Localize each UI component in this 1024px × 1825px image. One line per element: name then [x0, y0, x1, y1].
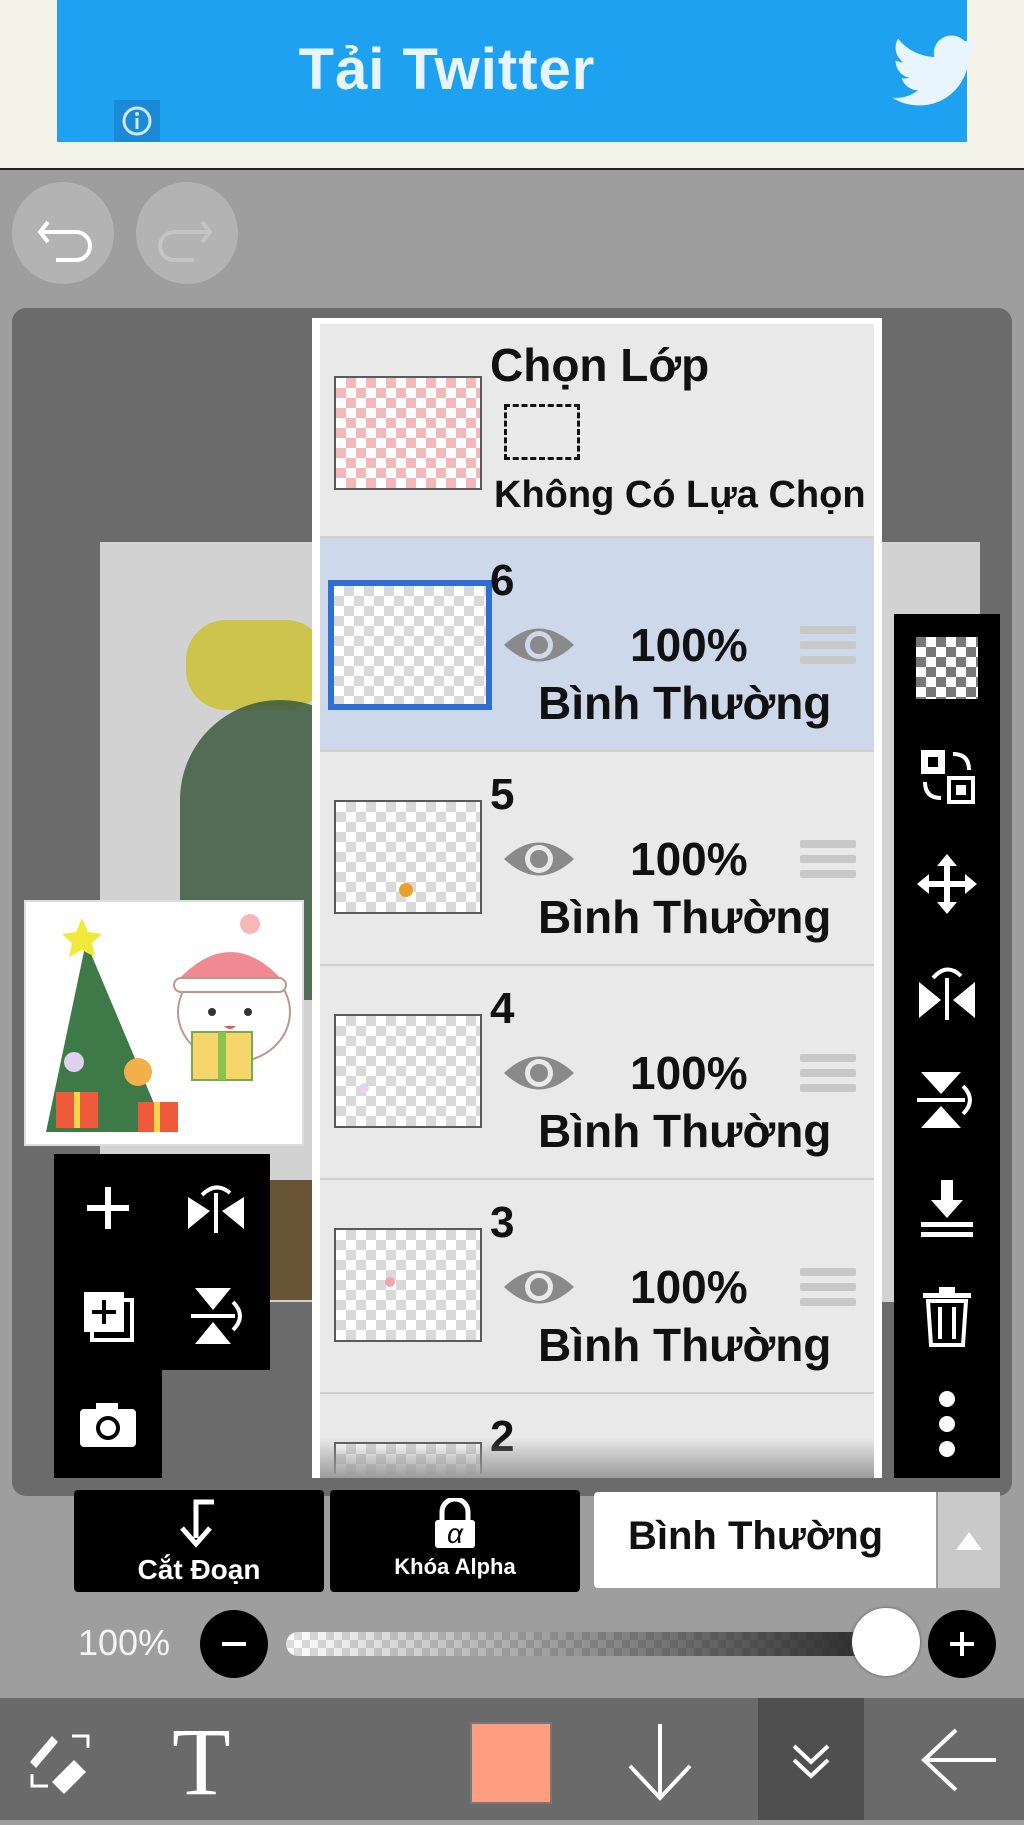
flip-vertical-button[interactable]	[894, 1046, 1000, 1154]
layer-row-6[interactable]: 6 100% Bình Thường	[320, 538, 874, 752]
layer-row-5[interactable]: 5 100% Bình Thường	[320, 752, 874, 966]
color-swatch[interactable]	[470, 1722, 552, 1804]
layer-blend-mode: Bình Thường	[538, 677, 832, 729]
drag-handle-icon[interactable]	[800, 1268, 856, 1312]
ad-banner[interactable]: Tải Twitter	[57, 0, 978, 142]
alpha-lock-button[interactable]: α Khóa Alpha	[330, 1490, 580, 1592]
layer-row-3[interactable]: 3 100% Bình Thường	[320, 1180, 874, 1394]
layer-number: 3	[490, 1198, 515, 1247]
clip-label: Cắt Đoạn	[137, 1554, 261, 1585]
drag-handle-icon[interactable]	[800, 840, 856, 884]
selection-layer-thumbnail	[334, 376, 482, 490]
blend-mode-select[interactable]: Bình Thường	[594, 1492, 1000, 1588]
right-toolbar	[894, 614, 1000, 1478]
add-layer-button[interactable]	[54, 1154, 162, 1262]
redo-button[interactable]	[136, 182, 238, 284]
more-options-button[interactable]	[894, 1370, 1000, 1478]
duplicate-layer-button[interactable]	[54, 1262, 162, 1370]
layer-thumbnail	[334, 1014, 482, 1128]
brush-eraser-swap-icon[interactable]	[22, 1726, 102, 1796]
add-layer-icon	[87, 1187, 129, 1229]
selection-marquee-icon	[504, 404, 580, 460]
delete-layer-button[interactable]	[894, 1262, 1000, 1370]
selection-status: Không Có Lựa Chọn	[494, 474, 866, 516]
panel-scroll-fade	[320, 1438, 874, 1478]
lock-icon: α	[432, 1496, 478, 1550]
flip-layer-vertical-icon	[191, 1288, 242, 1344]
flip-layer-vertical-button[interactable]	[162, 1262, 270, 1370]
undo-icon	[37, 220, 92, 262]
layer-thumbnail	[328, 580, 492, 710]
flip-layer-icon	[188, 1185, 244, 1233]
opacity-increase-button[interactable]	[928, 1610, 996, 1678]
eye-icon[interactable]	[502, 1048, 576, 1098]
clip-button[interactable]: Cắt Đoạn	[74, 1490, 324, 1592]
layer-blend-mode: Bình Thường	[538, 891, 832, 943]
camera-button[interactable]	[54, 1370, 162, 1478]
opacity-label: 100%	[78, 1622, 171, 1663]
blend-mode-value: Bình Thường	[628, 1514, 884, 1558]
duplicate-layer-icon	[84, 1292, 134, 1342]
alpha-lock-label: Khóa Alpha	[394, 1554, 516, 1579]
transparent-checker-icon	[916, 637, 978, 699]
ad-text: Tải Twitter	[298, 37, 596, 102]
layer-list[interactable]: Chọn Lớp Không Có Lựa Chọn 6 100% Bình T…	[320, 324, 874, 1474]
selection-layer-title: Chọn Lớp	[490, 339, 710, 391]
double-chevron-down-icon	[792, 1744, 830, 1779]
flip-horizontal-icon	[919, 967, 975, 1020]
double-chevron-down-button[interactable]	[758, 1698, 864, 1820]
layer-opacity: 100%	[630, 619, 748, 671]
eye-icon[interactable]	[502, 834, 576, 884]
layer-blend-mode: Bình Thường	[538, 1319, 832, 1371]
eye-icon[interactable]	[502, 620, 576, 670]
selection-layer-row[interactable]: Chọn Lớp Không Có Lựa Chọn	[320, 324, 874, 538]
drag-handle-icon[interactable]	[800, 1054, 856, 1098]
opacity-decrease-button[interactable]	[200, 1610, 268, 1678]
layer-opacity: 100%	[630, 1047, 748, 1099]
canvas-preview[interactable]	[24, 900, 304, 1146]
arrow-down-icon[interactable]	[624, 1722, 696, 1802]
layer-tool-pad	[54, 1154, 270, 1370]
undo-button[interactable]	[12, 182, 114, 284]
twitter-bird-icon	[892, 35, 978, 106]
opacity-slider[interactable]	[286, 1632, 896, 1656]
text-tool-icon[interactable]: T	[172, 1706, 231, 1817]
layer-panel: Chọn Lớp Không Có Lựa Chọn 6 100% Bình T…	[312, 318, 882, 1478]
layer-opacity: 100%	[630, 1261, 748, 1313]
move-button[interactable]	[894, 830, 1000, 938]
layer-number: 5	[490, 770, 515, 819]
flip-vertical-icon	[917, 1072, 972, 1128]
merge-down-button[interactable]	[894, 1154, 1000, 1262]
bottom-nav: T	[0, 1698, 1024, 1820]
chevron-up-icon[interactable]	[936, 1492, 1000, 1588]
minus-icon	[222, 1642, 246, 1646]
transparent-button[interactable]	[894, 614, 1000, 722]
opacity-slider-handle[interactable]	[852, 1608, 920, 1676]
layer-row-4[interactable]: 4 100% Bình Thường	[320, 966, 874, 1180]
layer-number: 6	[490, 556, 515, 605]
layer-thumbnail	[334, 1228, 482, 1342]
layer-number: 4	[490, 984, 515, 1033]
flip-layer-button[interactable]	[162, 1154, 270, 1262]
layer-thumbnail	[334, 800, 482, 914]
move-icon	[917, 854, 977, 914]
more-vertical-icon	[939, 1391, 955, 1457]
layer-blend-mode: Bình Thường	[538, 1105, 832, 1157]
merge-down-icon	[921, 1180, 973, 1237]
swap-layer-button[interactable]	[894, 722, 1000, 830]
drag-handle-icon[interactable]	[800, 626, 856, 670]
clip-arrow-icon	[180, 1499, 214, 1548]
redo-icon	[158, 220, 213, 262]
info-icon[interactable]	[114, 100, 160, 142]
arrow-left-icon[interactable]	[918, 1728, 998, 1792]
eye-icon[interactable]	[502, 1262, 576, 1312]
trash-icon	[923, 1287, 971, 1347]
drawing-star	[186, 620, 326, 710]
camera-icon	[80, 1403, 136, 1447]
swap-layer-icon	[921, 750, 975, 804]
plus-icon	[950, 1632, 974, 1656]
flip-horizontal-button[interactable]	[894, 938, 1000, 1046]
divider	[0, 168, 1024, 170]
layer-opacity: 100%	[630, 833, 748, 885]
